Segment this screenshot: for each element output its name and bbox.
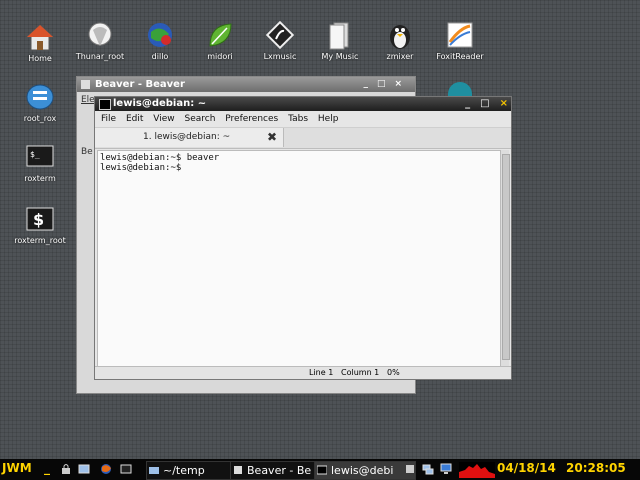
- lxmusic-icon: [265, 20, 295, 50]
- foxit-icon: [447, 22, 473, 48]
- beaver-window-controls[interactable]: _□×: [363, 77, 411, 92]
- network-icon[interactable]: [422, 463, 434, 475]
- desktop-icon-zmixer[interactable]: zmixer: [370, 20, 430, 61]
- terminal-window-icon: [99, 99, 111, 110]
- terminal-tab[interactable]: 1. lewis@debian: ~ ✖: [95, 128, 284, 147]
- terminal-icon: [317, 465, 327, 475]
- terminal-title: lewis@debian: ~: [113, 98, 207, 109]
- tray-square-icon[interactable]: [404, 463, 416, 475]
- beaver-title-bar[interactable]: Beaver - Beaver _□×: [77, 77, 415, 92]
- home-icon: [25, 24, 55, 51]
- desktop-icon-label: Home: [28, 54, 52, 63]
- scrollbar-thumb[interactable]: [502, 154, 510, 360]
- midori-icon: [209, 23, 232, 47]
- terminal-launcher-icon[interactable]: [120, 463, 132, 475]
- menu-tabs[interactable]: Tabs: [288, 114, 308, 124]
- terminal-scrollbar[interactable]: [500, 150, 510, 368]
- desktop-icon-midori[interactable]: midori: [190, 20, 250, 61]
- beaver-icon: [234, 466, 242, 474]
- terminal-tab-bar: 1. lewis@debian: ~ ✖: [95, 127, 511, 149]
- terminal-menubar: File Edit View Search Preferences Tabs H…: [95, 111, 511, 127]
- status-percent: 0%: [387, 368, 400, 377]
- file-manager-icon[interactable]: [78, 463, 90, 475]
- menu-file[interactable]: File: [101, 114, 116, 124]
- terminal-status-bar: Line 1 Column 1 0%: [95, 366, 511, 379]
- desktop-icon-label: root_rox: [23, 114, 57, 123]
- status-line: Line 1: [309, 368, 334, 377]
- desktop-icon-label: Lxmusic: [263, 52, 297, 61]
- desktop-icon-foxitreader[interactable]: FoxitReader: [430, 20, 490, 61]
- task-label: Beaver - Be: [247, 464, 312, 477]
- beaver-window-icon: [81, 80, 90, 89]
- start-menu-button[interactable]: JWM: [2, 461, 32, 475]
- dillo-icon: [148, 23, 172, 47]
- clock-date[interactable]: 04/18/14: [497, 461, 556, 475]
- close-button[interactable]: ×: [500, 98, 508, 109]
- zmixer-icon: [390, 25, 410, 49]
- my-music-icon: [329, 22, 349, 50]
- beaver-title: Beaver - Beaver: [95, 79, 185, 90]
- desktop-icon-label: Thunar_root: [75, 52, 125, 61]
- minimize-button[interactable]: _: [465, 98, 470, 109]
- menu-edit[interactable]: Edit: [126, 114, 143, 124]
- desktop-icon-label: dillo: [151, 52, 169, 61]
- terminal-window[interactable]: lewis@debian: ~ _ □ × File Edit View Searc…: [94, 96, 512, 380]
- svg-text:$: $: [33, 210, 44, 229]
- underscore-indicator: _: [44, 461, 50, 475]
- desktop-icon-label: My Music: [321, 52, 359, 61]
- desktop-icon-label: zmixer: [386, 52, 414, 61]
- folder-icon: [149, 467, 159, 474]
- terminal-line: lewis@debian:~$: [100, 163, 182, 173]
- display-icon[interactable]: [440, 463, 452, 475]
- desktop-icon-roxterm-root[interactable]: $ roxterm_root: [10, 204, 70, 245]
- terminal-line: lewis@debian:~$ beaver: [100, 153, 220, 163]
- terminal-title-bar[interactable]: lewis@debian: ~ _ □ ×: [95, 97, 511, 111]
- thunar-icon: [88, 22, 112, 46]
- desktop-icon-label: midori: [207, 52, 233, 61]
- desktop-icon-my-music[interactable]: My Music: [310, 20, 370, 61]
- task-terminal[interactable]: lewis@debi: [314, 461, 416, 480]
- maximize-button[interactable]: □: [480, 98, 489, 109]
- desktop-icon-lxmusic[interactable]: Lxmusic: [250, 20, 310, 61]
- desktop-icon-roxterm[interactable]: $_ roxterm: [10, 142, 70, 183]
- clock-time[interactable]: 20:28:05: [566, 461, 626, 475]
- desktop-icon-root-rox[interactable]: root_rox: [10, 82, 70, 123]
- desktop-icon-label: FoxitReader: [436, 52, 484, 61]
- rox-icon: [26, 84, 54, 110]
- cpu-graph-icon: [459, 462, 495, 478]
- terminal-tab-label: 1. lewis@debian: ~: [143, 132, 231, 142]
- desktop-icon-home[interactable]: Home: [10, 22, 70, 63]
- task-label: lewis@debi: [331, 464, 394, 477]
- terminal-console[interactable]: lewis@debian:~$ beaver lewis@debian:~$: [97, 150, 505, 370]
- desktop-icon-thunar-root[interactable]: Thunar_root: [70, 20, 130, 61]
- desktop-icon-dillo[interactable]: dillo: [130, 20, 190, 61]
- status-column: Column 1: [341, 368, 380, 377]
- desktop-icon-label: roxterm_root: [14, 236, 66, 245]
- roxterm-root-icon: $: [26, 207, 54, 231]
- menu-view[interactable]: View: [153, 114, 174, 124]
- svg-text:$_: $_: [30, 150, 40, 159]
- taskbar: JWM _ ~/temp Beaver - Be lewis@debi 04/1…: [0, 459, 640, 480]
- beaver-menu-file[interactable]: Ele: [81, 95, 95, 105]
- desktop-icon-label: roxterm: [24, 174, 56, 183]
- lock-icon[interactable]: [60, 463, 72, 475]
- task-label: ~/temp: [163, 464, 205, 477]
- menu-preferences[interactable]: Preferences: [225, 114, 278, 124]
- close-tab-icon[interactable]: ✖: [267, 130, 277, 144]
- menu-search[interactable]: Search: [184, 114, 215, 124]
- beaver-side-label: Be: [81, 147, 93, 157]
- roxterm-icon: $_: [26, 145, 54, 167]
- firefox-icon[interactable]: [100, 463, 112, 475]
- menu-help[interactable]: Help: [318, 114, 339, 124]
